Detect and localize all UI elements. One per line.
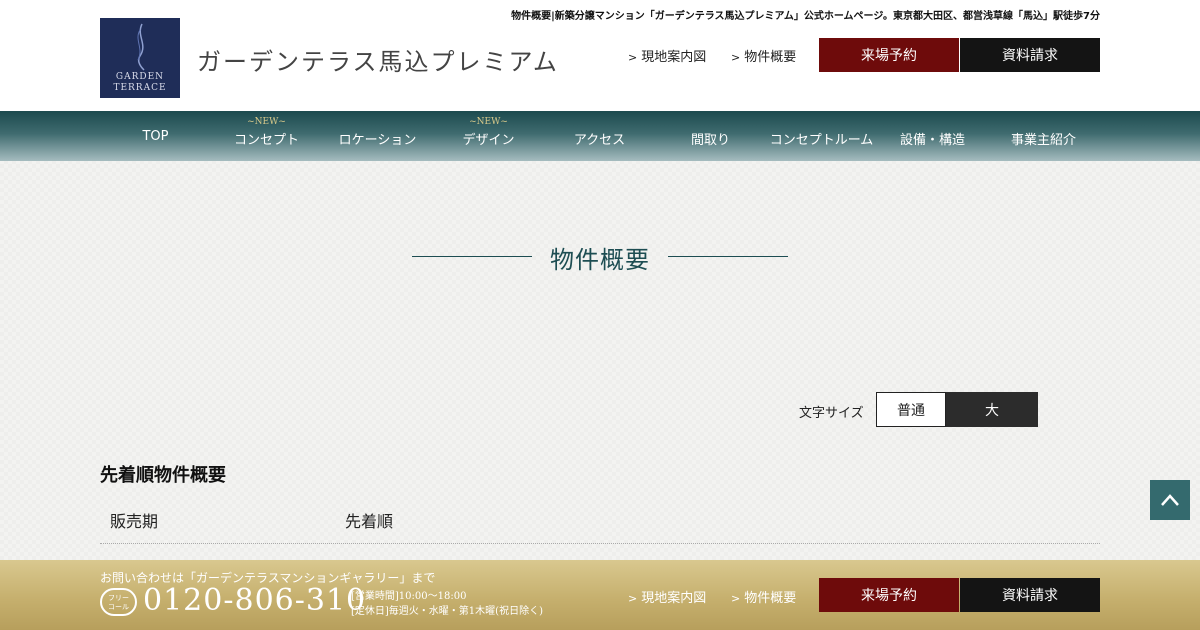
chevron-right-icon: > [731, 51, 741, 64]
nav-item-label: デザイン [462, 133, 515, 148]
title-rule-right [668, 256, 788, 257]
free-call-icon: フリー コール [100, 588, 137, 616]
new-badge: ~NEW~ [469, 117, 508, 127]
footer-link-overview-label: 物件概要 [744, 591, 797, 606]
header-link-map[interactable]: > 現地案内図 [628, 46, 706, 65]
font-size-large-button[interactable]: 大 [946, 392, 1038, 427]
logo-emblem-icon [137, 23, 145, 71]
header-link-overview-label: 物件概要 [744, 50, 797, 65]
reserve-visit-button[interactable]: 来場予約 [819, 38, 959, 72]
footer-link-map-label: 現地案内図 [641, 591, 707, 606]
chevron-right-icon: > [628, 51, 638, 64]
new-badge: ~NEW~ [247, 117, 286, 127]
nav-item-floorplan[interactable]: 間取り [655, 111, 766, 161]
chevron-right-icon: > [731, 592, 741, 605]
holiday-line: [定休日]毎週火・水曜・第1木曜(祝日除く) [351, 606, 543, 617]
nav-item-label: 事業主紹介 [1010, 133, 1076, 148]
footer-reserve-visit-button[interactable]: 来場予約 [819, 578, 959, 612]
site-header: 物件概要|新築分譲マンション「ガーデンテラス馬込プレミアム」公式ホームページ。東… [0, 0, 1200, 111]
nav-item-label: ロケーション [338, 133, 417, 148]
chevron-right-icon: > [628, 592, 638, 605]
site-logo[interactable]: GARDEN TERRACE [100, 18, 180, 98]
font-size-label: 文字サイズ [799, 406, 864, 421]
header-link-overview[interactable]: > 物件概要 [731, 46, 796, 65]
logo-text-garden: GARDEN [115, 72, 165, 82]
hours-line: [営業時間]10:00〜18:00 [351, 591, 467, 602]
nav-item-access[interactable]: アクセス [544, 111, 655, 161]
section-heading: 先着順物件概要 [100, 465, 226, 486]
site-title[interactable]: ガーデンテラス馬込プレミアム [197, 42, 559, 77]
footer-request-brochure-button[interactable]: 資料請求 [960, 578, 1100, 612]
footer-link-map[interactable]: > 現地案内図 [628, 587, 706, 606]
spec-value: 先着順 [345, 512, 394, 531]
nav-item-label: コンセプト [233, 133, 299, 148]
footer-link-overview[interactable]: > 物件概要 [731, 587, 796, 606]
request-brochure-button[interactable]: 資料請求 [960, 38, 1100, 72]
scroll-to-top-button[interactable] [1150, 480, 1190, 520]
nav-item-location[interactable]: ロケーション [322, 111, 433, 161]
nav-item-design[interactable]: ~NEW~ デザイン [433, 111, 544, 161]
nav-item-label: 間取り [690, 133, 730, 148]
free-call-line2: コール [108, 603, 129, 611]
header-tagline: 物件概要|新築分譲マンション「ガーデンテラス馬込プレミアム」公式ホームページ。東… [511, 11, 1100, 22]
nav-item-top[interactable]: TOP [100, 111, 211, 161]
main-nav: TOP ~NEW~ コンセプト ロケーション ~NEW~ デザイン アクセス 間… [0, 111, 1200, 161]
nav-item-concept[interactable]: ~NEW~ コンセプト [211, 111, 322, 161]
font-size-normal-button[interactable]: 普通 [876, 392, 946, 427]
spec-key: 販売期 [110, 512, 159, 531]
header-link-map-label: 現地案内図 [641, 50, 707, 65]
free-call-line1: フリー [108, 594, 129, 602]
nav-item-label: TOP [142, 129, 169, 144]
logo-text-terrace: TERRACE [113, 83, 167, 93]
footer-contact-bar: お問い合わせは「ガーデンテラスマンションギャラリー」まで フリー コール 012… [0, 560, 1200, 630]
page-title: 物件概要 [550, 246, 650, 274]
arrow-up-icon [1161, 494, 1179, 506]
business-hours: [営業時間]10:00〜18:00 [定休日]毎週火・水曜・第1木曜(祝日除く) [351, 589, 543, 619]
nav-item-label: アクセス [573, 133, 626, 148]
table-row: 販売期 先着順 [100, 500, 1100, 544]
nav-item-concept-room[interactable]: コンセプトルーム [766, 111, 877, 161]
nav-item-label: 設備・構造 [899, 133, 965, 148]
nav-item-equipment[interactable]: 設備・構造 [877, 111, 988, 161]
phone-number[interactable]: 0120-806-310 [143, 583, 366, 618]
nav-item-developer[interactable]: 事業主紹介 [988, 111, 1099, 161]
nav-item-label: コンセプトルーム [769, 133, 874, 148]
